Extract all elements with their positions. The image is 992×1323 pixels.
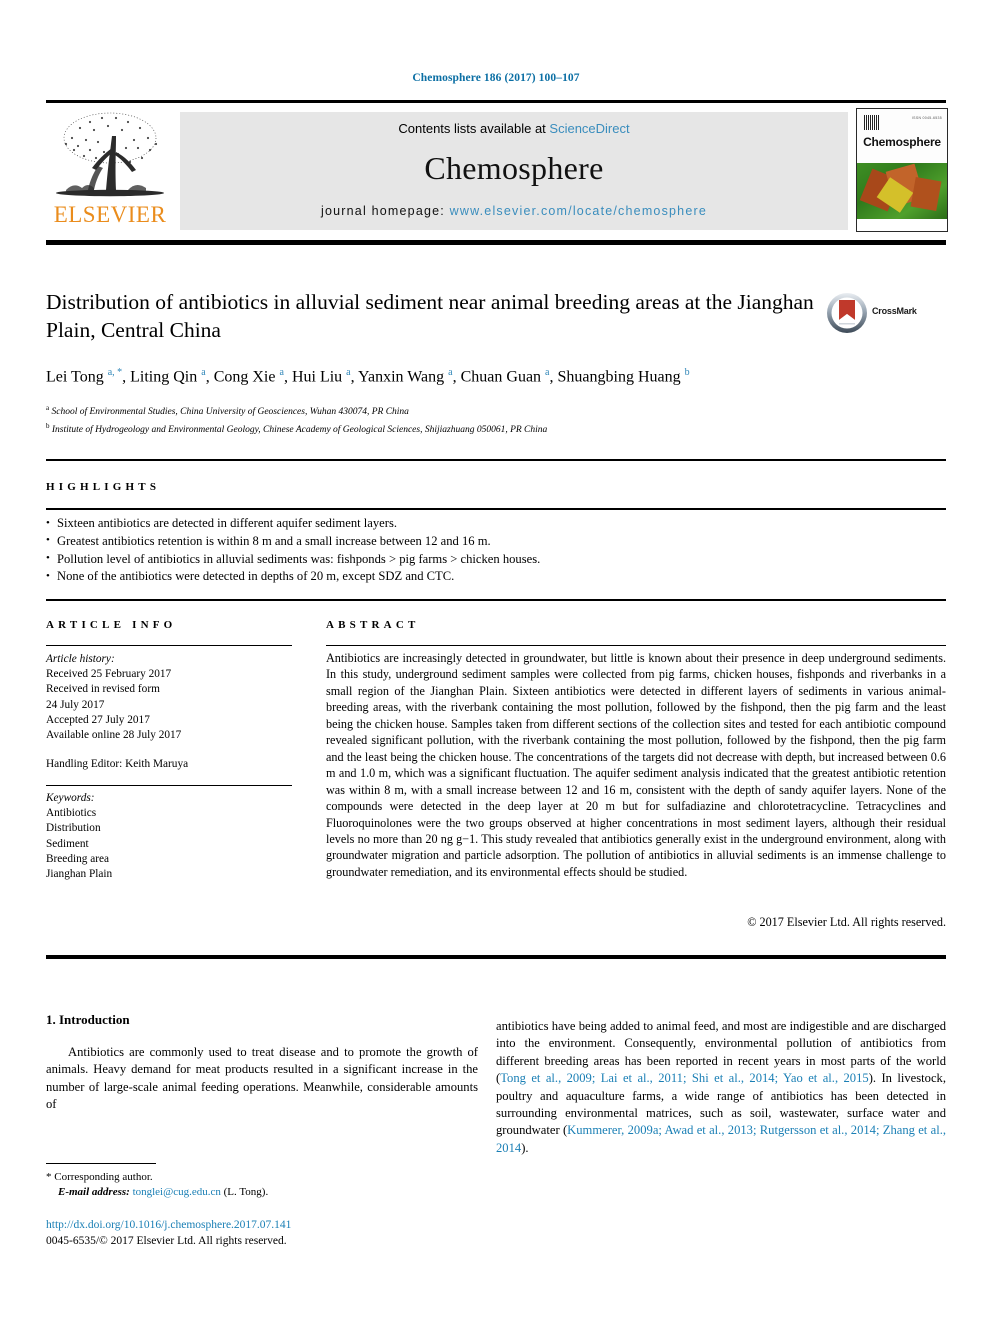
highlight-text: Greatest antibiotics retention is within… <box>57 533 491 548</box>
contents-prefix: Contents lists available at <box>398 121 550 136</box>
cover-leaf <box>910 176 942 212</box>
section-heading-introduction: 1. Introduction <box>46 1012 130 1027</box>
body-column-right: antibiotics have being added to animal f… <box>496 1018 946 1157</box>
keywords-rule <box>46 785 292 787</box>
highlights-heading: HIGHLIGHTS <box>46 481 161 493</box>
articleinfo-rule <box>46 645 292 647</box>
elsevier-logo: ELSEVIER <box>46 106 174 230</box>
abstract-rule <box>326 645 946 647</box>
article-page: Chemosphere 186 (2017) 100–107 ELSEVIER … <box>0 0 992 1323</box>
keywords-label: Keywords: <box>46 792 95 804</box>
journal-homepage-line: journal homepage: www.elsevier.com/locat… <box>180 204 848 218</box>
cover-journal-name: Chemosphere <box>863 135 941 149</box>
journal-title: Chemosphere <box>424 150 604 186</box>
cover-top-panel: ISSN 0045-6535 Chemosphere <box>857 109 947 163</box>
keyword-item: Distribution <box>46 822 101 835</box>
crossmark-label: CrossMark <box>872 306 917 316</box>
keyword-item: Antibiotics <box>46 807 97 820</box>
cover-bottom-panel <box>857 219 947 231</box>
email-line: E-mail address: tonglei@cug.edu.cn (L. T… <box>46 1185 476 1200</box>
abstract-heading: ABSTRACT <box>326 619 420 631</box>
barcode-icon <box>864 115 879 130</box>
intro-paragraph-left: Antibiotics are commonly used to treat d… <box>46 1045 478 1112</box>
masthead-bottom-bar <box>46 240 946 245</box>
affiliation-a: a School of Environmental Studies, China… <box>46 404 409 418</box>
history-line: Available online 28 July 2017 <box>46 729 182 742</box>
affiliation-a-text: School of Environmental Studies, China U… <box>51 407 409 418</box>
highlight-text: None of the antibiotics were detected in… <box>57 569 455 584</box>
highlights-list: Sixteen antibiotics are detected in diff… <box>46 515 946 586</box>
keyword-item: Jianghan Plain <box>46 868 113 881</box>
intro-paragraph-right: antibiotics have being added to animal f… <box>496 1018 946 1157</box>
list-item: Greatest antibiotics retention is within… <box>46 532 946 551</box>
keyword-item: Breeding area <box>46 852 110 865</box>
highlights-bottom-rule <box>46 508 946 511</box>
doi-block: http://dx.doi.org/10.1016/j.chemosphere.… <box>46 1218 476 1249</box>
abstract-copyright: © 2017 Elsevier Ltd. All rights reserved… <box>747 915 946 929</box>
list-item: None of the antibiotics were detected in… <box>46 568 946 586</box>
list-item: Sixteen antibiotics are detected in diff… <box>46 515 946 533</box>
journal-cover-thumbnail: ISSN 0045-6535 Chemosphere <box>856 108 948 232</box>
author-list: Lei Tong a, *, Liting Qin a, Cong Xie a,… <box>46 367 690 386</box>
article-history-label: Article history: <box>46 653 115 665</box>
email-link[interactable]: tonglei@cug.edu.cn <box>133 1186 221 1198</box>
doi-link[interactable]: http://dx.doi.org/10.1016/j.chemosphere.… <box>46 1218 476 1234</box>
page-title: Distribution of antibiotics in alluvial … <box>46 290 814 342</box>
history-line: Received in revised form <box>46 683 160 696</box>
elsevier-tree-icon <box>56 112 164 197</box>
abstract-text: Antibiotics are increasingly detected in… <box>326 651 946 879</box>
list-item: Pollution level of antibiotics in alluvi… <box>46 550 946 569</box>
contents-line: Contents lists available at ScienceDirec… <box>180 121 848 136</box>
title-block: Distribution of antibiotics in alluvial … <box>46 288 826 438</box>
email-suffix: (L. Tong). <box>223 1186 269 1198</box>
elsevier-wordmark: ELSEVIER <box>53 202 167 227</box>
corresponding-author-text: Corresponding author. <box>54 1171 153 1183</box>
issn-copyright: 0045-6535/© 2017 Elsevier Ltd. All right… <box>46 1234 287 1247</box>
abstract-bottom-bar <box>46 955 946 959</box>
sciencedirect-band: Contents lists available at ScienceDirec… <box>180 112 848 230</box>
cover-issn-text: ISSN 0045-6535 <box>911 116 942 120</box>
sciencedirect-link[interactable]: ScienceDirect <box>549 121 629 136</box>
keyword-item: Sediment <box>46 837 89 850</box>
handling-editor: Handling Editor: Keith Maruya <box>46 758 189 771</box>
affiliation-b: b Institute of Hydrogeology and Environm… <box>46 421 548 436</box>
cover-artwork <box>857 163 947 219</box>
crossmark-badge[interactable]: CrossMark <box>826 292 932 336</box>
footnote-rule <box>46 1163 156 1165</box>
footnote-block: * Corresponding author. E-mail address: … <box>46 1170 476 1200</box>
articleinfo-top-rule <box>46 599 946 601</box>
asterisk-marker: * <box>46 1171 52 1183</box>
citation-link[interactable]: Tong et al., 2009; Lai et al., 2011; Shi… <box>500 1071 869 1085</box>
history-line: 24 July 2017 <box>46 698 105 711</box>
homepage-prefix: journal homepage: <box>321 204 450 218</box>
corresponding-author-line: * Corresponding author. <box>46 1170 476 1185</box>
highlight-text: Pollution level of antibiotics in alluvi… <box>57 551 541 566</box>
article-history-block: Article history: Received 25 February 20… <box>46 652 296 772</box>
history-line: Accepted 27 July 2017 <box>46 713 150 726</box>
intro-text-3: ). <box>521 1140 529 1155</box>
history-line: Received 25 February 2017 <box>46 668 172 681</box>
crossmark-icon <box>827 293 867 333</box>
affiliations: a School of Environmental Studies, China… <box>46 402 826 437</box>
email-label: E-mail address: <box>58 1186 130 1198</box>
journal-masthead: ELSEVIER Contents lists available at Sci… <box>46 106 948 232</box>
article-info-heading: ARTICLE INFO <box>46 619 177 631</box>
keywords-block: Keywords: Antibiotics Distribution Sedim… <box>46 791 296 882</box>
highlights-top-rule <box>46 459 946 461</box>
running-head: Chemosphere 186 (2017) 100–107 <box>412 72 580 84</box>
highlight-text: Sixteen antibiotics are detected in diff… <box>57 516 398 530</box>
homepage-link[interactable]: www.elsevier.com/locate/chemosphere <box>450 204 707 218</box>
top-rule <box>46 100 946 103</box>
affiliation-b-text: Institute of Hydrogeology and Environmen… <box>51 425 548 436</box>
body-column-left: 1. Introduction Antibiotics are commonly… <box>46 1012 478 1114</box>
